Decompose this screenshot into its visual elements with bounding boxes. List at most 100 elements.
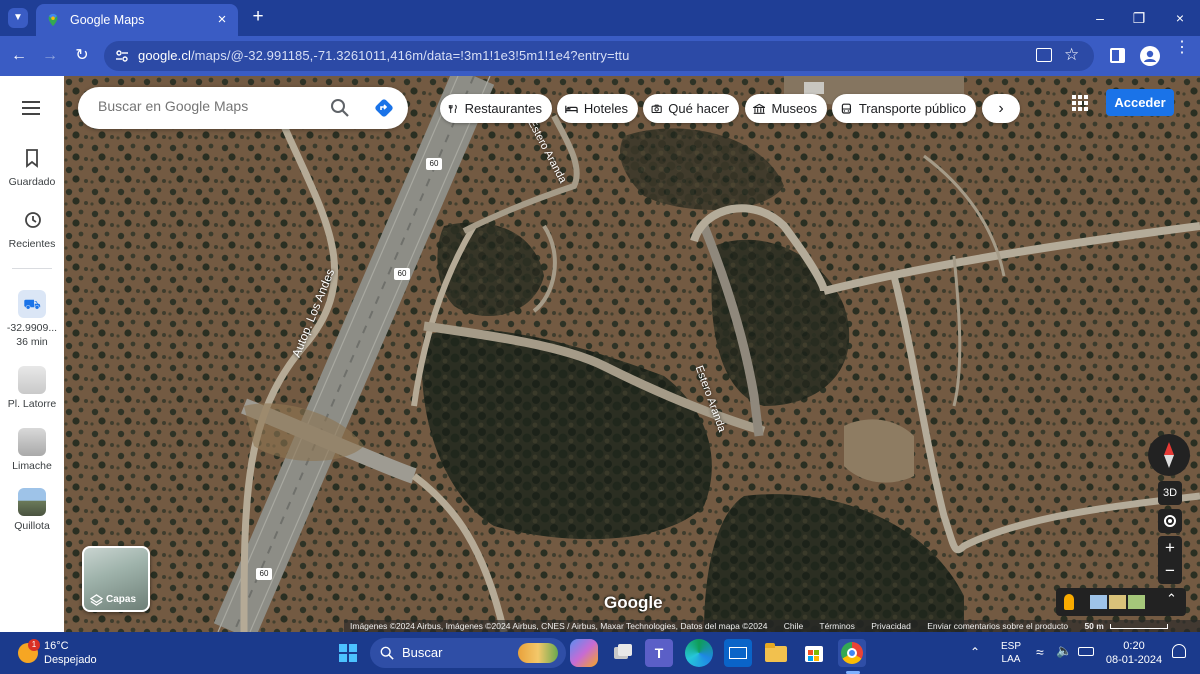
tilt-3d-button[interactable]: 3D <box>1158 481 1182 505</box>
install-app-icon[interactable] <box>1036 48 1052 62</box>
weather-desc: Despejado <box>44 654 97 666</box>
sidebar-item-recent[interactable]: Recientes <box>0 206 64 250</box>
minimize-icon[interactable]: – <box>1090 8 1110 28</box>
clock-time: 0:20 <box>1123 640 1145 652</box>
sidebar-item-label: Recientes <box>8 238 56 250</box>
notifications-icon[interactable] <box>1172 644 1186 658</box>
reload-icon[interactable]: ↻ <box>72 46 92 66</box>
tab-search-button[interactable]: ▼ <box>8 8 28 28</box>
bus-icon <box>841 103 852 114</box>
zoom-in-button[interactable]: + <box>1158 536 1182 560</box>
wifi-icon[interactable]: ≈ <box>1036 644 1044 660</box>
bookmark-icon <box>26 149 38 168</box>
language-code: ESP <box>1000 641 1021 652</box>
url-path: /maps/@-32.991185,-71.3261011,416m/data=… <box>190 48 630 63</box>
satellite-imagery <box>64 76 1200 632</box>
browser-menu-icon[interactable]: ⋮ <box>1174 40 1190 56</box>
pegman-icon[interactable] <box>1064 594 1074 610</box>
chips-scroll-next[interactable]: › <box>982 94 1020 123</box>
chip-transit[interactable]: Transporte público <box>832 94 976 123</box>
input-language[interactable]: ESP LAA <box>996 640 1026 666</box>
tray-overflow-icon[interactable]: ⌃ <box>970 645 980 659</box>
edge-icon[interactable] <box>685 639 713 667</box>
side-panel-icon[interactable] <box>1110 48 1125 63</box>
chip-things-to-do[interactable]: Qué hacer <box>643 94 739 123</box>
browser-tab-bar: ▼ Google Maps × + – ❐ × <box>0 0 1200 36</box>
chip-museums[interactable]: Museos <box>745 94 827 123</box>
hamburger-menu-icon[interactable] <box>22 101 40 115</box>
compass-icon[interactable] <box>1148 434 1190 476</box>
maps-sidebar: Guardado Recientes ⛟ -32.9909... 36 min … <box>0 76 64 632</box>
url-domain: google.cl <box>138 48 191 63</box>
volume-icon[interactable]: 🔈 <box>1056 643 1072 659</box>
feedback-link[interactable]: Enviar comentarios sobre el producto <box>927 621 1068 631</box>
google-maps-favicon-icon <box>48 13 58 27</box>
google-logo: Google <box>604 593 663 612</box>
sidebar-item-pl-latorre[interactable]: Pl. Latorre <box>0 366 64 410</box>
forward-arrow-icon[interactable]: → <box>40 46 60 66</box>
sidebar-divider <box>12 268 52 269</box>
layers-button[interactable]: Capas <box>82 546 150 612</box>
search-icon[interactable] <box>330 98 350 118</box>
terms-link[interactable]: Términos <box>819 621 854 631</box>
sign-in-button[interactable]: Acceder <box>1106 89 1174 116</box>
back-arrow-icon[interactable]: ← <box>9 46 29 66</box>
google-apps-icon[interactable] <box>1072 95 1088 111</box>
place-thumbnail <box>18 488 46 516</box>
chip-label: Transporte público <box>858 101 966 116</box>
active-tab[interactable]: Google Maps × <box>36 4 238 36</box>
chip-restaurants[interactable]: Restaurantes <box>440 94 552 123</box>
url-text[interactable]: google.cl/maps/@-32.991185,-71.3261011,4… <box>138 48 629 63</box>
battery-icon[interactable] <box>1078 647 1094 656</box>
close-window-icon[interactable]: × <box>1170 8 1190 28</box>
chip-label: Hoteles <box>583 101 628 116</box>
chrome-icon[interactable] <box>838 639 866 667</box>
directions-icon[interactable] <box>374 98 394 118</box>
windows-start-icon[interactable] <box>334 639 362 667</box>
taskbar-search[interactable]: Buscar <box>370 638 566 668</box>
place-thumbnail <box>18 366 46 394</box>
map-type-thumb[interactable] <box>1090 595 1107 609</box>
search-highlight-image <box>518 643 558 663</box>
map-type-thumb[interactable] <box>1128 595 1145 609</box>
bookmark-star-icon[interactable]: ☆ <box>1064 45 1079 65</box>
mail-icon[interactable] <box>724 639 752 667</box>
store-icon[interactable] <box>800 639 828 667</box>
route-shield[interactable]: 60 <box>426 158 442 170</box>
chevron-up-icon[interactable]: ⌃ <box>1166 591 1177 607</box>
clock[interactable]: 0:20 08-01-2024 <box>1104 639 1164 667</box>
sidebar-item-saved[interactable]: Guardado <box>0 144 64 188</box>
weather-widget[interactable]: 1 16°C Despejado <box>14 637 134 669</box>
route-shield[interactable]: 60 <box>394 268 410 280</box>
map-attribution-bar: Imágenes ©2024 Airbus, Imágenes ©2024 Ai… <box>344 620 1200 632</box>
privacy-link[interactable]: Privacidad <box>871 621 911 631</box>
satellite-map[interactable]: Autop. Los Andes Estero Aranda Estero Ar… <box>64 76 1200 632</box>
my-location-icon[interactable] <box>1158 509 1182 533</box>
task-view-icon[interactable] <box>608 639 636 667</box>
profile-icon[interactable] <box>1140 46 1160 66</box>
sidebar-item-sublabel: 36 min <box>16 336 48 348</box>
scale-label[interactable]: 50 m <box>1084 621 1103 631</box>
restore-icon[interactable]: ❐ <box>1129 8 1149 28</box>
zoom-out-button[interactable]: − <box>1158 560 1182 584</box>
sidebar-item-recent-route[interactable]: ⛟ -32.9909... 36 min <box>0 290 64 348</box>
file-explorer-icon[interactable] <box>762 639 790 667</box>
chip-hotels[interactable]: Hoteles <box>557 94 638 123</box>
copilot-icon[interactable] <box>570 639 598 667</box>
scale-bar <box>1110 624 1169 630</box>
site-info-icon[interactable] <box>114 48 130 64</box>
sidebar-item-limache[interactable]: Limache <box>0 428 64 472</box>
search-icon <box>380 646 394 660</box>
new-tab-button[interactable]: + <box>248 6 268 28</box>
search-input[interactable] <box>98 98 318 114</box>
map-type-thumb[interactable] <box>1109 595 1126 609</box>
omnibox[interactable]: google.cl/maps/@-32.991185,-71.3261011,4… <box>104 41 1094 71</box>
teams-icon[interactable]: T <box>645 639 673 667</box>
sidebar-item-label: Quillota <box>14 520 50 532</box>
country-label[interactable]: Chile <box>784 621 803 631</box>
street-view-strip: ⌃ <box>1056 588 1186 616</box>
close-tab-icon[interactable]: × <box>214 12 230 28</box>
sidebar-item-quillota[interactable]: Quillota <box>0 488 64 532</box>
route-shield[interactable]: 60 <box>256 568 272 580</box>
weather-alert-badge: 1 <box>28 639 40 651</box>
